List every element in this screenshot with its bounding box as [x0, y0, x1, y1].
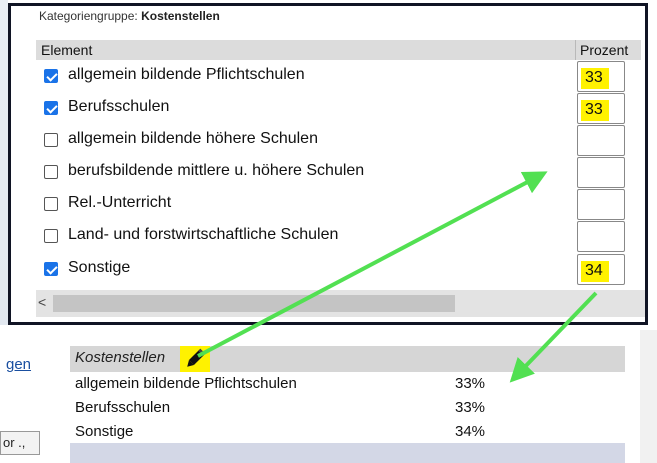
row-label: allgemein bildende Pflichtschulen [68, 66, 305, 83]
background-field-fragment: or ., [0, 431, 40, 455]
summary-row: Berufsschulen 33% [75, 399, 485, 416]
percent-value: 33 [585, 69, 603, 86]
column-separator [575, 40, 576, 60]
summary-header: Kostenstellen [70, 346, 625, 372]
row-checkbox[interactable] [44, 229, 58, 243]
row-label: allgemein bildende höhere Schulen [68, 130, 318, 147]
percent-input[interactable] [577, 125, 625, 156]
scrollbar-thumb[interactable] [53, 295, 455, 312]
category-row: Sonstige 34 [36, 254, 641, 286]
row-checkbox[interactable] [44, 165, 58, 179]
category-row: Rel.-Unterricht [36, 189, 641, 221]
background-scrollbar [640, 330, 657, 463]
percent-input[interactable]: 33 [577, 93, 625, 124]
scroll-left-icon[interactable]: < [38, 294, 46, 310]
percent-input[interactable] [577, 221, 625, 252]
column-header-percent[interactable]: Prozent [580, 42, 628, 58]
row-checkbox[interactable] [44, 101, 58, 115]
group-header-name: Kostenstellen [141, 9, 220, 23]
pencil-icon[interactable] [180, 346, 210, 372]
row-checkbox[interactable] [44, 262, 58, 276]
summary-row-value: 33% [455, 375, 486, 392]
column-header-row: Element Prozent [36, 40, 641, 60]
row-label: Land- und forstwirtschaftliche Schulen [68, 226, 339, 243]
percent-value: 34 [585, 262, 603, 279]
percent-input[interactable] [577, 189, 625, 220]
summary-row: allgemein bildende Pflichtschulen 33% [75, 375, 485, 392]
category-group-popup: Kategoriengruppe: Kostenstellen Element … [8, 3, 648, 325]
group-header-label: Kategoriengruppe: [39, 9, 138, 23]
row-label: berufsbildende mittlere u. höhere Schule… [68, 162, 365, 179]
horizontal-scrollbar[interactable]: < [36, 290, 645, 317]
percent-input[interactable]: 33 [577, 61, 625, 92]
category-row: allgemein bildende Pflichtschulen 33 [36, 61, 641, 93]
summary-title: Kostenstellen [75, 349, 166, 366]
percent-value: 33 [585, 101, 603, 118]
category-row: allgemein bildende höhere Schulen [36, 125, 641, 157]
edit-button[interactable] [180, 346, 210, 372]
category-row: berufsbildende mittlere u. höhere Schule… [36, 157, 641, 189]
percent-input[interactable]: 34 [577, 254, 625, 285]
summary-row-value: 34% [455, 423, 486, 440]
percent-input[interactable] [577, 157, 625, 188]
summary-row-label: Berufsschulen [75, 399, 171, 416]
category-row: Berufsschulen 33 [36, 93, 641, 125]
summary-row: Sonstige 34% [75, 423, 485, 440]
summary-row-label: allgemein bildende Pflichtschulen [75, 375, 297, 392]
row-checkbox[interactable] [44, 197, 58, 211]
column-header-element[interactable]: Element [41, 42, 92, 58]
row-label: Sonstige [68, 259, 131, 276]
background-link-fragment[interactable]: gen [6, 356, 31, 373]
row-label: Berufsschulen [68, 98, 170, 115]
row-checkbox[interactable] [44, 133, 58, 147]
summary-row-value: 33% [455, 399, 486, 416]
row-checkbox[interactable] [44, 69, 58, 83]
summary-row-label: Sonstige [75, 423, 134, 440]
category-row: Land- und forstwirtschaftliche Schulen [36, 221, 641, 253]
summary-footer-bar [70, 443, 625, 463]
group-header: Kategoriengruppe: Kostenstellen [39, 9, 220, 23]
row-label: Rel.-Unterricht [68, 194, 172, 211]
